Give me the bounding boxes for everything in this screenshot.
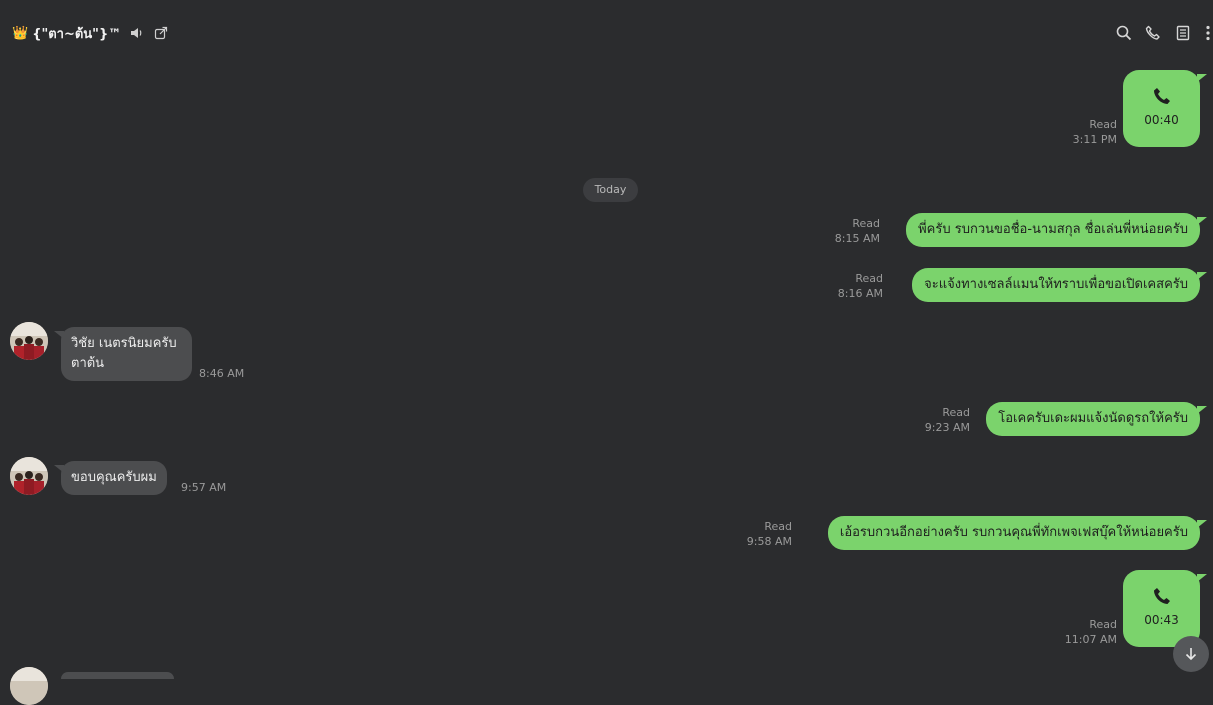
call-bubble[interactable]: 00:40 [1123, 70, 1207, 147]
notes-icon[interactable] [1172, 22, 1194, 44]
message-bubble-outgoing[interactable]: เอ้อรบกวนอีกอย่างครับ รบกวนคุณพี่ทักเพจเ… [827, 516, 1208, 550]
speaker-icon[interactable] [129, 25, 145, 41]
chat-area: 👑 {"ตา~ต้น"}™ 00:40 Read 3:11 PM Today พ… [0, 0, 1213, 705]
avatar[interactable] [10, 457, 48, 495]
message-time: 11:07 AM [1064, 633, 1117, 646]
read-status: Read [855, 272, 883, 285]
date-separator: Today [583, 178, 638, 202]
message-bubble-incoming[interactable]: ขอบคุณครับผม [54, 461, 167, 495]
message-time: 9:23 AM [924, 421, 970, 434]
message-text: ขอบคุณครับผม [71, 470, 157, 485]
phone-icon [1152, 86, 1172, 106]
message-meta: Read 8:15 AM [835, 216, 880, 246]
message-time: 8:15 AM [834, 232, 880, 245]
more-vertical-icon[interactable] [1198, 22, 1213, 44]
call-duration: 00:43 [1144, 613, 1179, 627]
message-text: จะแจ้งทางเซลล์แมนให้ทราบเพื่อขอเปิดเคสคร… [924, 277, 1188, 292]
avatar[interactable] [10, 667, 48, 705]
external-window-icon[interactable] [153, 25, 169, 41]
message-text-line: วิชัย เนตรนิยมครับ [71, 336, 177, 351]
message-meta: Read 3:11 PM [1073, 117, 1117, 147]
read-status: Read [1089, 618, 1117, 631]
message-text: เอ้อรบกวนอีกอย่างครับ รบกวนคุณพี่ทักเพจเ… [839, 525, 1188, 540]
message-meta: Read 9:23 AM [925, 405, 970, 435]
phone-icon [1152, 586, 1172, 606]
message-text: พี่ครับ รบกวนขอชื่อ-นามสกุล ชื่อเล่นพี่ห… [918, 222, 1188, 237]
chat-header: 👑 {"ตา~ต้น"}™ [0, 0, 1213, 64]
message-time: 9:58 AM [746, 535, 792, 548]
message-time: 9:57 AM [181, 481, 227, 494]
search-icon[interactable] [1113, 22, 1135, 44]
message-bubble-incoming[interactable] [61, 672, 174, 679]
arrow-down-icon [1185, 648, 1197, 661]
read-status: Read [942, 406, 970, 419]
message-meta: Read 8:16 AM [838, 271, 883, 301]
message-time: 8:16 AM [837, 287, 883, 300]
message-bubble-outgoing[interactable]: จะแจ้งทางเซลล์แมนให้ทราบเพื่อขอเปิดเคสคร… [912, 268, 1207, 302]
message-time: 8:46 AM [199, 367, 245, 380]
phone-icon[interactable] [1142, 22, 1164, 44]
call-duration: 00:40 [1144, 113, 1179, 127]
message-meta: Read 9:58 AM [747, 519, 792, 549]
chat-title: {"ตา~ต้น"}™ [32, 26, 122, 42]
message-text-line: ตาต้น [71, 356, 105, 371]
message-bubble-incoming[interactable]: วิชัย เนตรนิยมครับ ตาต้น [54, 327, 192, 381]
chat-title-group[interactable]: 👑 {"ตา~ต้น"}™ [12, 22, 169, 44]
message-meta: Read 11:07 AM [1065, 617, 1117, 647]
message-text: โอเคครับเดะผมแจ้งนัดดูรถให้ครับ [998, 411, 1188, 426]
scroll-to-bottom-button[interactable] [1173, 636, 1209, 672]
message-bubble-outgoing[interactable]: โอเคครับเดะผมแจ้งนัดดูรถให้ครับ [986, 402, 1207, 436]
avatar[interactable] [10, 322, 48, 360]
crown-icon: 👑 [12, 25, 29, 41]
read-status: Read [764, 520, 792, 533]
message-bubble-outgoing[interactable]: พี่ครับ รบกวนขอชื่อ-นามสกุล ชื่อเล่นพี่ห… [906, 213, 1207, 247]
read-status: Read [1089, 118, 1117, 131]
read-status: Read [852, 217, 880, 230]
message-time: 3:11 PM [1072, 133, 1117, 146]
